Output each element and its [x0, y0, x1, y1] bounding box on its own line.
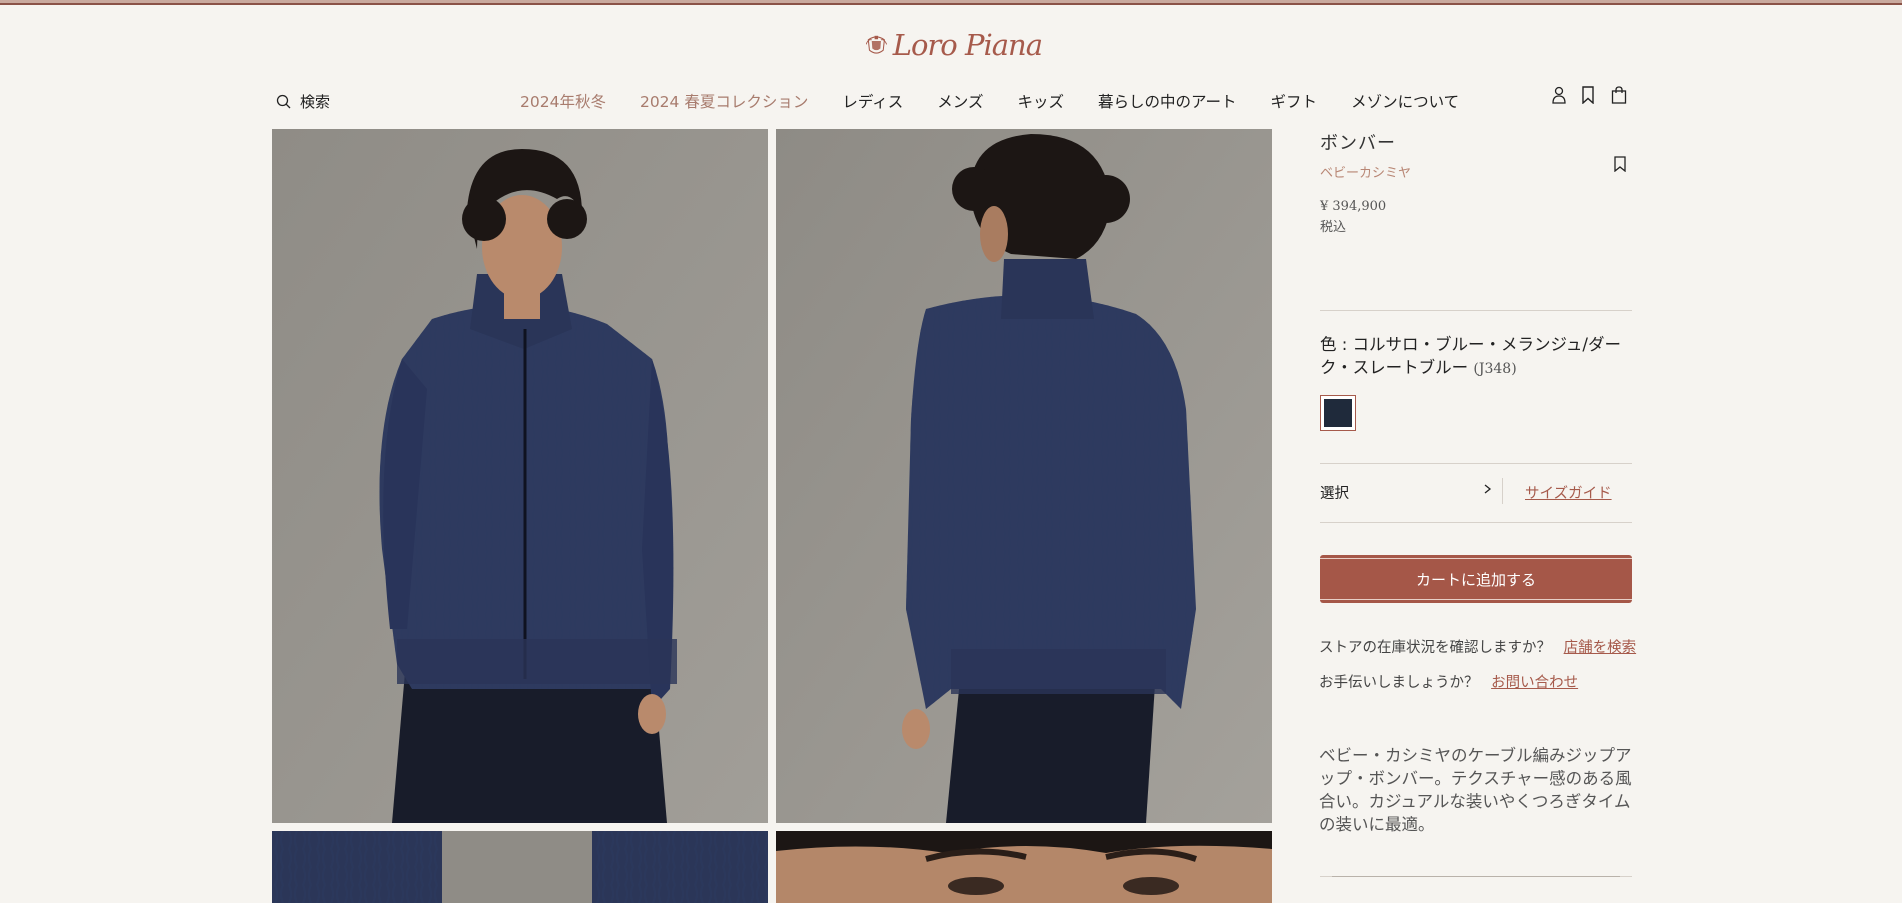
product-image-detail[interactable]: [272, 831, 768, 903]
product-image-closeup[interactable]: [776, 831, 1272, 903]
bookmark-icon: [1614, 156, 1626, 173]
store-question: ストアの在庫状況を確認しますか？: [1319, 640, 1551, 656]
nav-item-ss2024[interactable]: 2024 春夏コレクション: [640, 90, 808, 112]
header-actions: [1551, 86, 1627, 106]
find-store-link[interactable]: 店舗を検索: [1564, 640, 1637, 656]
color-name: 色 : コルサロ・ブルー・メランジュ/ダーク・スレートブルー: [1320, 335, 1621, 377]
size-guide-link[interactable]: サイズガイド: [1525, 482, 1612, 503]
account-icon[interactable]: [1551, 86, 1567, 106]
search-label: 検索: [300, 93, 331, 111]
help-question: お手伝いしましょうか？: [1319, 675, 1479, 691]
nav-item-gifts[interactable]: ギフト: [1271, 90, 1318, 112]
divider: [1320, 310, 1632, 311]
top-accent-bar: [0, 0, 1902, 5]
search-icon: [276, 94, 291, 109]
divider: [1502, 478, 1503, 504]
product-material: ベビーカシミヤ: [1320, 166, 1412, 181]
bag-icon[interactable]: [1611, 86, 1627, 106]
nav-item-about[interactable]: メゾンについて: [1351, 90, 1459, 112]
crest-icon: [866, 35, 887, 54]
color-label: 色 : コルサロ・ブルー・メランジュ/ダーク・スレートブルー (J348): [1320, 333, 1632, 381]
wishlist-icon[interactable]: [1581, 86, 1597, 106]
size-select-label: 選択: [1320, 486, 1349, 502]
divider: [1320, 876, 1632, 877]
tax-note: 税込: [1320, 220, 1347, 235]
swatch-fill: [1324, 399, 1352, 427]
nav-item-art-of-living[interactable]: 暮らしの中のアート: [1098, 90, 1237, 112]
brand-wordmark: Loro Piana: [892, 28, 1043, 62]
nav-item-mens[interactable]: メンズ: [937, 90, 983, 112]
product-info: ボンバー ベビーカシミヤ ¥ 394,900 税込: [1320, 129, 1632, 235]
chevron-right-icon: [1484, 484, 1492, 494]
add-to-cart-button[interactable]: カートに追加する: [1320, 555, 1632, 603]
product-image-front[interactable]: [272, 129, 768, 823]
nav-item-ladies[interactable]: レディス: [842, 90, 903, 112]
save-to-wishlist-button[interactable]: [1614, 156, 1626, 173]
nav-item-fw2024[interactable]: 2024年秋冬: [520, 90, 606, 112]
divider: [1320, 522, 1632, 523]
store-availability: ストアの在庫状況を確認しますか？ 店舗を検索: [1319, 636, 1636, 657]
brand-logo[interactable]: Loro Piana: [866, 24, 1043, 66]
nav-item-kids[interactable]: キッズ: [1017, 90, 1064, 112]
size-select[interactable]: 選択: [1320, 482, 1492, 503]
divider: [1320, 463, 1632, 464]
product-description: ベビー・カシミヤのケーブル編みジップアップ・ボンバー。テクスチャー感のある風合い…: [1319, 746, 1632, 834]
contact-link[interactable]: お問い合わせ: [1491, 675, 1578, 691]
color-code: (J348): [1473, 361, 1517, 377]
color-swatch[interactable]: [1320, 395, 1356, 431]
main-nav: 2024年秋冬 2024 春夏コレクション レディス メンズ キッズ 暮らしの中…: [520, 90, 1493, 112]
product-price: ¥ 394,900: [1320, 199, 1387, 214]
product-name: ボンバー: [1320, 133, 1396, 154]
help-line: お手伝いしましょうか？ お問い合わせ: [1319, 671, 1578, 692]
search-button[interactable]: 検索: [276, 91, 330, 112]
product-image-back[interactable]: [776, 129, 1272, 823]
